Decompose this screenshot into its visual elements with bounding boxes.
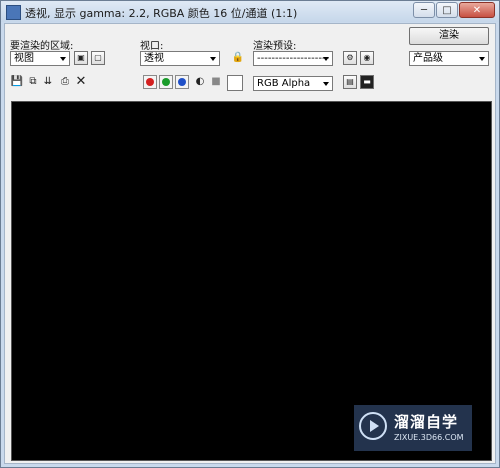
print-icon[interactable]: ⎙: [58, 75, 72, 89]
display-toggle-icon[interactable]: ▬: [360, 75, 374, 89]
dialog-body: 要渲染的区域: 视口: 渲染预设: 渲染 视图 ▣ ▢ 透视 🔒 -------…: [4, 23, 496, 464]
green-channel-icon: [162, 78, 170, 86]
minimize-button[interactable]: ─: [413, 2, 435, 18]
watermark: 溜溜自学 ZIXUE.3D66.COM: [354, 405, 472, 451]
display-icon[interactable]: ▤: [343, 75, 357, 89]
color-swatch[interactable]: [227, 75, 243, 91]
mono-icon[interactable]: ■: [209, 75, 223, 89]
render-frame-window: 透视, 显示 gamma: 2.2, RGBA 颜色 16 位/通道 (1:1)…: [0, 0, 500, 468]
area-to-render-select[interactable]: 视图: [10, 51, 70, 66]
maximize-button[interactable]: □: [436, 2, 458, 18]
copy-icon[interactable]: ⧉: [26, 75, 40, 89]
edit-region-icon[interactable]: ▣: [74, 51, 88, 65]
title-bar[interactable]: 透视, 显示 gamma: 2.2, RGBA 颜色 16 位/通道 (1:1)…: [1, 1, 499, 22]
render-button[interactable]: 渲染: [409, 27, 489, 45]
close-button[interactable]: ✕: [459, 2, 495, 18]
render-preset-label: 渲染预设:: [253, 41, 297, 52]
alpha-icon[interactable]: ◐: [193, 75, 207, 89]
red-channel-icon: [146, 78, 154, 86]
clone-icon[interactable]: ⇊: [41, 75, 55, 89]
clear-icon[interactable]: ✕: [74, 75, 88, 89]
area-to-render-label: 要渲染的区域:: [10, 41, 74, 52]
channel-select[interactable]: RGB Alpha: [253, 76, 333, 91]
app-icon: [6, 5, 21, 20]
red-channel-toggle[interactable]: [143, 75, 157, 89]
watermark-url: ZIXUE.3D66.COM: [394, 433, 464, 442]
save-icon[interactable]: 💾: [10, 75, 24, 89]
green-channel-toggle[interactable]: [159, 75, 173, 89]
watermark-name: 溜溜自学: [394, 413, 459, 431]
auto-region-icon[interactable]: ▢: [91, 51, 105, 65]
viewport-select[interactable]: 透视: [140, 51, 220, 66]
blue-channel-icon: [178, 78, 186, 86]
window-title: 透视, 显示 gamma: 2.2, RGBA 颜色 16 位/通道 (1:1): [25, 7, 298, 20]
environment-icon[interactable]: ◉: [360, 51, 374, 65]
lock-icon[interactable]: 🔒: [231, 51, 245, 65]
production-select[interactable]: 产品级: [409, 51, 489, 66]
render-preset-select[interactable]: --------------------: [253, 51, 333, 66]
viewport-label: 视口:: [140, 41, 164, 52]
blue-channel-toggle[interactable]: [175, 75, 189, 89]
render-setup-icon[interactable]: ⚙: [343, 51, 357, 65]
watermark-logo-icon: [359, 412, 387, 440]
